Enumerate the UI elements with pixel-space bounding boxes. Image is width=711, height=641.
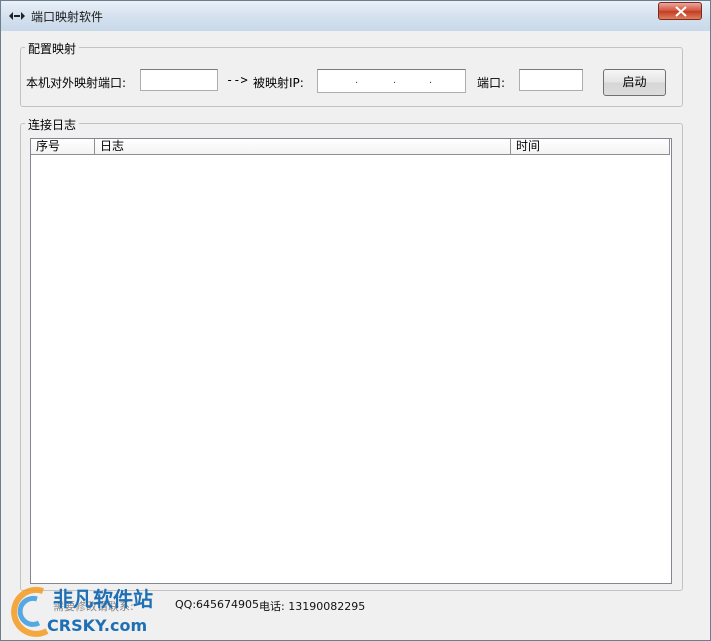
port-label: 端口: (477, 76, 506, 90)
contact-qq: QQ:645674905 (175, 598, 260, 611)
site-watermark: 非凡软件站 CRSKY.com (1, 581, 161, 640)
column-header-index[interactable]: 序号 (31, 139, 95, 154)
ip-dot: . (355, 75, 359, 86)
log-group-title: 连接日志 (25, 116, 80, 133)
watermark-line1: 非凡软件站 (53, 587, 153, 611)
column-header-time[interactable]: 时间 (511, 139, 670, 154)
log-list[interactable]: 序号 日志 时间 (30, 138, 672, 584)
column-header-log[interactable]: 日志 (95, 139, 511, 154)
ip-dot: . (429, 75, 433, 86)
ip-dot: . (393, 75, 397, 86)
target-ip-label: 被映射IP: (253, 76, 304, 90)
main-window: 端口映射软件 配置映射 本机对外映射端口: --> 被映射IP: . . . 端… (0, 0, 711, 641)
mapping-arrow: --> (226, 73, 248, 87)
config-group-title: 配置映射 (25, 40, 80, 57)
target-ip-input[interactable]: . . . (317, 69, 466, 93)
title-bar[interactable]: 端口映射软件 (1, 1, 710, 31)
local-port-input[interactable] (140, 69, 218, 91)
local-port-label: 本机对外映射端口: (26, 76, 127, 90)
watermark-line2: CRSKY.com (47, 616, 148, 635)
close-button[interactable] (658, 2, 702, 20)
app-arrows-icon (9, 12, 25, 20)
log-list-header: 序号 日志 时间 (31, 139, 670, 155)
contact-phone: 电话: 13190082295 (259, 600, 366, 613)
port-input[interactable] (519, 69, 583, 91)
window-title: 端口映射软件 (31, 10, 104, 24)
start-button[interactable]: 启动 (603, 69, 666, 96)
close-icon (675, 6, 687, 17)
